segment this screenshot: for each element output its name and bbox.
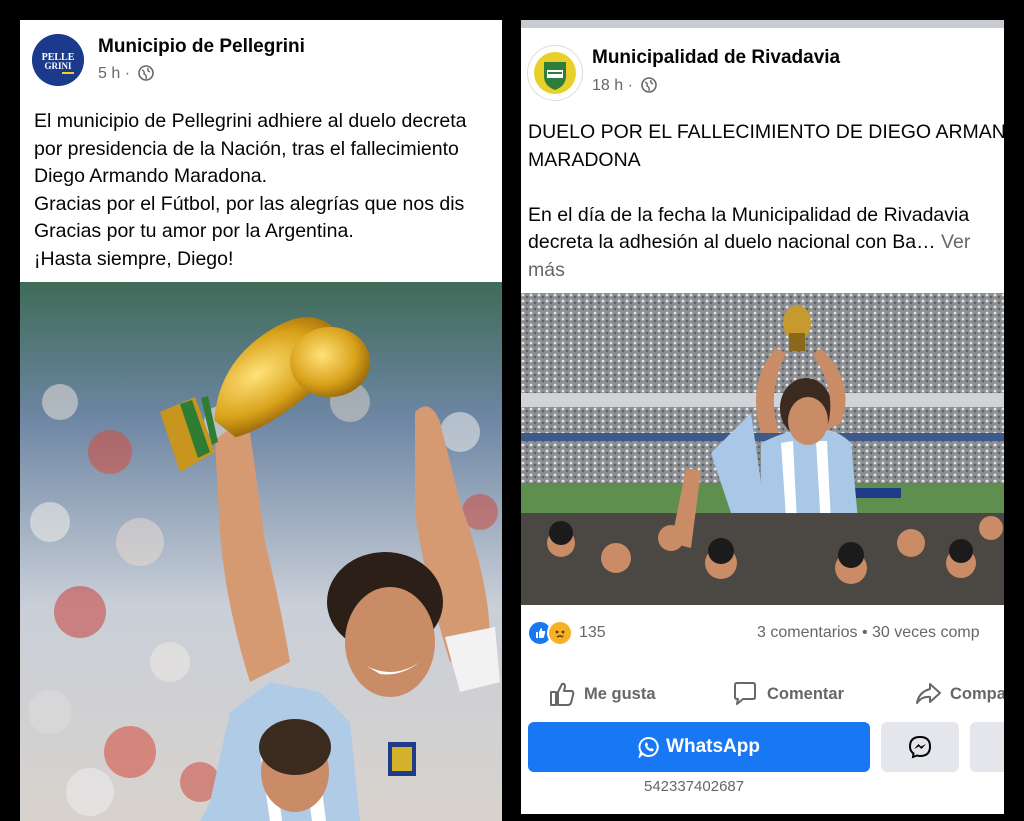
- comments-shares-count[interactable]: 3 comentarios • 30 veces comp: [757, 624, 980, 642]
- like-label: Me gusta: [584, 684, 656, 703]
- post-photo[interactable]: [521, 293, 1004, 605]
- page-name[interactable]: Municipalidad de Rivadavia: [592, 47, 840, 69]
- whatsapp-icon: [638, 737, 659, 758]
- post-text-line: El municipio de Pellegrini adhiere al du…: [34, 110, 467, 132]
- maradona-stadium-celebration-photo: [521, 293, 1004, 605]
- page-avatar[interactable]: [527, 45, 583, 101]
- post-text-line: Diego Armando Maradona.: [34, 165, 268, 188]
- share-label: Compa: [950, 684, 1004, 703]
- post-time[interactable]: 5 h: [98, 65, 120, 82]
- post-text-line: MARADONA: [528, 148, 641, 171]
- post-text-line: por presidencia de la Nación, tras el fa…: [34, 137, 459, 160]
- meta-separator: ·: [627, 77, 633, 94]
- more-options-button[interactable]: [970, 722, 1004, 772]
- post-meta: 5 h ·: [98, 65, 155, 86]
- meta-separator: ·: [124, 65, 131, 82]
- sad-reaction-icon: [547, 620, 573, 646]
- globe-icon: [641, 77, 658, 98]
- share-arrow-icon: [916, 683, 941, 704]
- post-text-line: DUELO POR EL FALLECIMIENTO DE DIEGO ARMA…: [528, 121, 1004, 143]
- page-name[interactable]: Municipio de Pellegrini: [98, 36, 305, 58]
- comment-bubble-icon: [734, 682, 756, 705]
- comment-button[interactable]: Comentar: [731, 679, 844, 709]
- reactions-summary[interactable]: 135: [527, 620, 606, 646]
- globe-icon: [138, 65, 155, 86]
- post-text: DUELO POR EL FALLECIMIENTO DE DIEGO ARMA…: [528, 119, 1004, 285]
- phone-number: 542337402687: [644, 778, 745, 795]
- comment-label: Comentar: [767, 684, 845, 703]
- rivadavia-crest-icon: [529, 47, 581, 99]
- whatsapp-label: WhatsApp: [666, 736, 760, 757]
- post-meta: 18 h ·: [592, 77, 658, 98]
- pellegrini-logo-icon: PELLE GRINI: [32, 34, 84, 86]
- see-more-link[interactable]: más: [528, 257, 1004, 285]
- post-text-line: decreta la adhesión al duelo nacional co…: [528, 229, 1004, 257]
- reaction-count: 135: [579, 624, 606, 641]
- post-text-line: ¡Hasta siempre, Diego!: [34, 247, 234, 270]
- maradona-world-cup-trophy-photo: [20, 282, 502, 821]
- post-text-line: En el día de la fecha la Municipalidad d…: [528, 203, 970, 226]
- status-bar: [521, 20, 1004, 28]
- page-avatar[interactable]: PELLE GRINI: [32, 34, 84, 86]
- share-button[interactable]: Compa: [914, 679, 1004, 709]
- post-time[interactable]: 18 h: [592, 77, 623, 94]
- svg-text:GRINI: GRINI: [44, 61, 72, 71]
- whatsapp-button[interactable]: WhatsApp: [528, 722, 870, 772]
- post-text: El municipio de Pellegrini adhiere al du…: [34, 108, 467, 274]
- post-photo[interactable]: [20, 282, 502, 821]
- post-text-line-partial: decreta la adhesión al duelo nacional co…: [528, 231, 936, 254]
- post-text-line: Gracias por tu amor por la Argentina.: [34, 220, 354, 243]
- thumbs-up-icon: [550, 682, 575, 706]
- post-text-line: [528, 174, 1004, 202]
- see-more-link[interactable]: Ver: [941, 231, 970, 253]
- right-post-card: Municipalidad de Rivadavia 18 h · DUELO …: [521, 20, 1004, 814]
- messenger-icon: [908, 735, 932, 759]
- left-post-card: PELLE GRINI Municipio de Pellegrini 5 h …: [20, 20, 502, 821]
- post-text-line: Gracias por el Fútbol, por las alegrías …: [34, 192, 465, 215]
- like-button[interactable]: Me gusta: [548, 679, 656, 709]
- messenger-button[interactable]: [881, 722, 959, 772]
